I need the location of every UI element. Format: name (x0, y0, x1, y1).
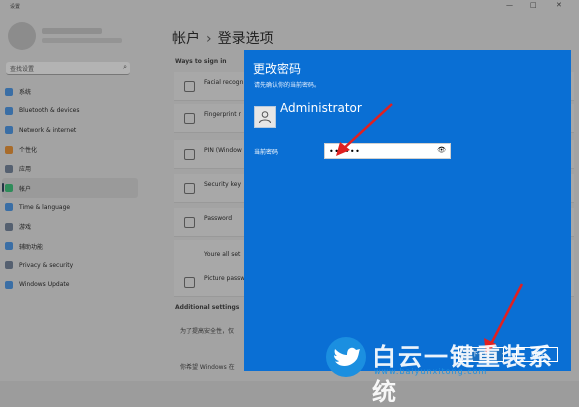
windows-restart-text: 你希望 Windows 在 (180, 364, 235, 371)
sidebar-item[interactable]: Windows Update (2, 275, 138, 294)
sidebar-item[interactable]: 系统 (2, 82, 138, 101)
profile-name-blurred (42, 28, 102, 34)
current-password-field[interactable]: 👁 (324, 143, 451, 159)
search-icon: ⌕ (123, 63, 127, 71)
option-title: Fingerprint r (204, 111, 241, 118)
current-password-label: 当前密码 (254, 149, 279, 156)
breadcrumb: 帐户 › 登录选项 (172, 28, 274, 48)
gamepad-icon (5, 222, 13, 231)
breadcrumb-separator: › (206, 31, 212, 47)
avatar (8, 22, 36, 50)
sidebar-item-label: Privacy & security (19, 261, 74, 269)
breadcrumb-parent[interactable]: 帐户 (172, 31, 200, 47)
user-avatar (254, 106, 276, 128)
sidebar-item[interactable]: Privacy & security (2, 256, 138, 275)
sidebar-item[interactable]: 应用 (2, 159, 138, 178)
sidebar-item-label: Windows Update (19, 281, 70, 289)
app-title: 设置 (10, 4, 21, 10)
monitor-icon (5, 87, 13, 96)
page-title: 登录选项 (217, 31, 274, 47)
sidebar-item-label: 帐户 (19, 185, 32, 193)
user-icon (259, 111, 271, 124)
key-icon (184, 183, 195, 194)
picture-icon (184, 277, 195, 288)
search-placeholder: 查找设置 (10, 66, 35, 73)
watermark: 白云一键重装系统 www.baiyunxitong.com (326, 334, 579, 406)
fingerprint-icon (184, 113, 195, 124)
sidebar-item[interactable]: 游戏 (2, 217, 138, 236)
bird-logo-icon (326, 337, 366, 377)
option-title: Security key (204, 181, 242, 188)
change-password-dialog: 更改密码 请先确认你的当前密码。 Administrator 当前密码 👁 下一… (244, 50, 571, 371)
selected-indicator (2, 183, 4, 193)
bluetooth-icon (5, 106, 13, 115)
person-icon (5, 184, 13, 193)
additional-settings-label: Additional settings (175, 304, 240, 311)
search-input[interactable]: 查找设置 ⌕ (6, 62, 130, 75)
dialog-title: 更改密码 (253, 62, 302, 76)
sidebar-item-label: 个性化 (19, 147, 38, 155)
sidebar-item-label: Time & language (19, 203, 71, 211)
title-bar: 设置 — □ ✕ (0, 0, 579, 12)
sidebar-item[interactable]: 辅助功能 (2, 236, 138, 255)
option-title: Picture passw (204, 275, 246, 282)
accessibility-icon (5, 242, 13, 251)
eye-icon[interactable]: 👁 (437, 146, 446, 154)
security-note-text: 为了提高安全性，仅 (180, 328, 235, 335)
option-status-text: Youre all set (204, 251, 241, 258)
sidebar-item-label: 应用 (19, 166, 32, 174)
brush-icon (5, 145, 13, 154)
sidebar-item[interactable]: 帐户 (2, 178, 138, 198)
profile-email-blurred (42, 38, 122, 43)
maximize-button[interactable]: □ (530, 1, 537, 9)
face-icon (184, 81, 195, 92)
pin-icon (184, 149, 195, 160)
username: Administrator (280, 101, 362, 115)
watermark-url: www.baiyunxitong.com (374, 367, 488, 376)
option-title: PIN (Window (204, 147, 242, 154)
option-title: Facial recogn (204, 79, 244, 86)
profile-card (8, 22, 158, 52)
sidebar-item[interactable]: Network & internet (2, 121, 138, 140)
sidebar-item-label: Network & internet (19, 126, 77, 134)
sidebar-nav: 系统 Bluetooth & devices Network & internet 个… (2, 82, 138, 294)
password-icon (184, 217, 195, 228)
sidebar-item-label: 系统 (19, 89, 32, 97)
apps-icon (5, 164, 13, 173)
option-title: Password (204, 215, 233, 222)
close-button[interactable]: ✕ (556, 1, 562, 9)
sidebar-item-label: 游戏 (19, 224, 32, 232)
minimize-button[interactable]: — (506, 1, 513, 9)
wifi-icon (5, 126, 13, 135)
current-password-input[interactable] (325, 144, 433, 158)
sidebar-item[interactable]: Bluetooth & devices (2, 101, 138, 120)
shield-icon (5, 261, 13, 270)
update-icon (5, 280, 13, 289)
sidebar-item[interactable]: Time & language (2, 198, 138, 217)
sidebar-item-label: 辅助功能 (19, 243, 44, 251)
sidebar-item[interactable]: 个性化 (2, 140, 138, 159)
ways-to-sign-in-label: Ways to sign in (175, 58, 227, 65)
globe-icon (5, 203, 13, 212)
dialog-subtitle: 请先确认你的当前密码。 (254, 82, 321, 89)
sidebar-item-label: Bluetooth & devices (19, 107, 80, 115)
